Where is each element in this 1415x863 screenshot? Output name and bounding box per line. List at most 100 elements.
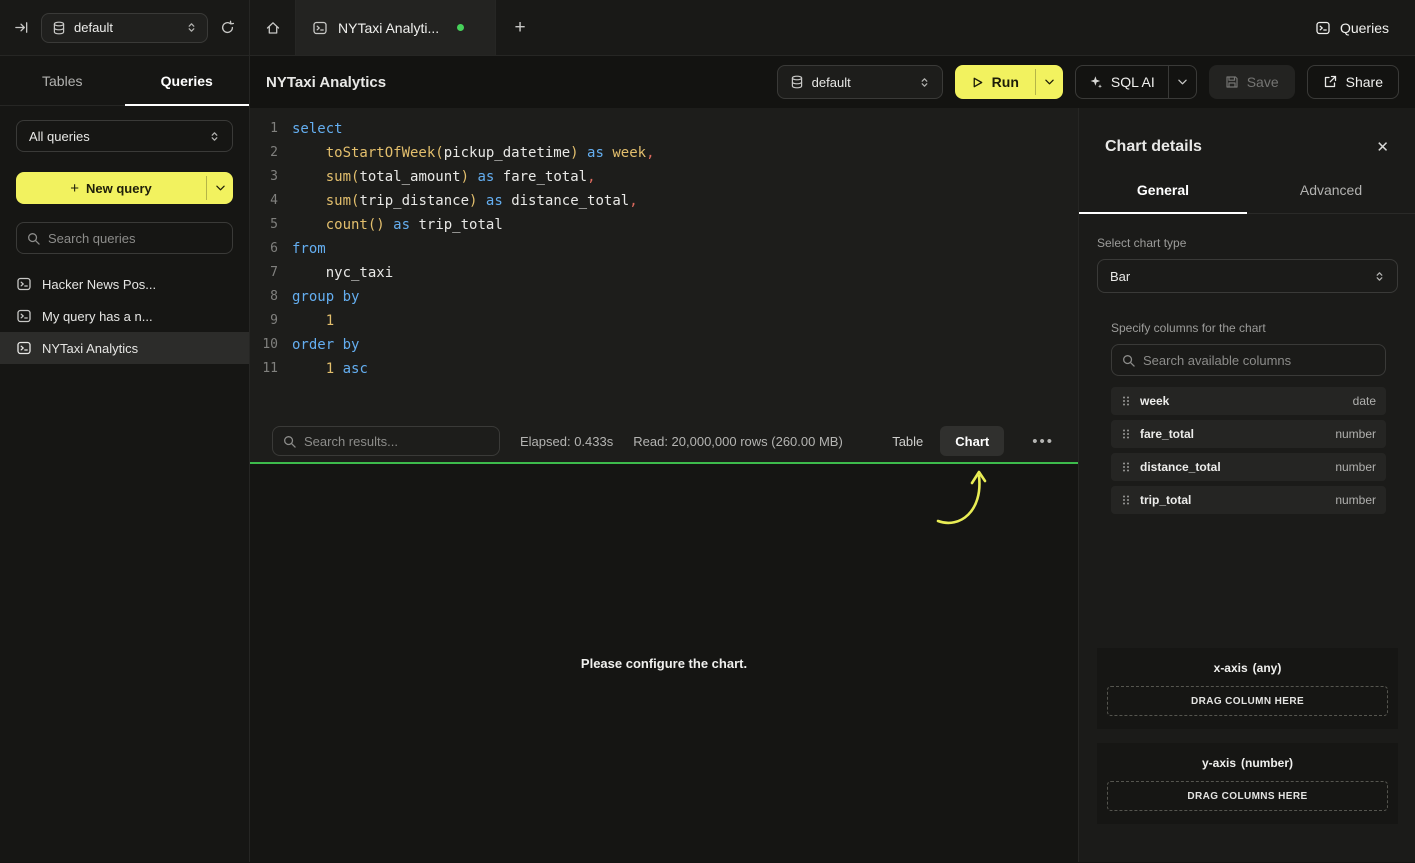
drag-handle-icon[interactable] — [1121, 461, 1131, 473]
sql-ai-main[interactable]: SQL AI — [1076, 66, 1168, 98]
share-button[interactable]: Share — [1307, 65, 1399, 99]
run-button[interactable]: Run — [955, 65, 1063, 99]
code-line[interactable]: order by — [292, 333, 655, 357]
line-number: 9 — [250, 309, 278, 333]
tab-home[interactable] — [250, 0, 296, 55]
query-list-item[interactable]: My query has a n... — [0, 300, 249, 332]
column-name: trip_total — [1140, 493, 1191, 507]
column-name: fare_total — [1140, 427, 1194, 441]
y-axis-hint: (number) — [1241, 756, 1293, 770]
topbar-database-select[interactable]: default — [41, 13, 208, 43]
code-line[interactable]: sum(trip_distance) as distance_total, — [292, 189, 655, 213]
run-main[interactable]: Run — [955, 65, 1035, 99]
sidebar-search-input[interactable] — [48, 231, 222, 246]
y-axis-name: y-axis — [1202, 756, 1236, 770]
results-search-input[interactable] — [304, 434, 489, 449]
new-tab-button[interactable]: + — [496, 0, 544, 55]
sidebar-search[interactable] — [16, 222, 233, 254]
sidebar-tab-tables[interactable]: Tables — [0, 56, 125, 105]
chart-type-select[interactable]: Bar — [1097, 259, 1398, 293]
column-type: number — [1335, 427, 1376, 441]
query-title: NYTaxi Analytics — [266, 74, 386, 91]
code-line[interactable]: nyc_taxi — [292, 261, 655, 285]
workspace: 1234567891011 select toStartOfWeek(picku… — [250, 108, 1078, 862]
search-icon — [27, 232, 40, 245]
tab-title: NYTaxi Analyti... — [338, 20, 439, 36]
topbar: default NYTaxi Analyti... + — [0, 0, 1415, 56]
line-number: 4 — [250, 189, 278, 213]
drag-handle-icon[interactable] — [1121, 494, 1131, 506]
queries-icon — [1315, 20, 1331, 36]
code-line[interactable]: count() as trip_total — [292, 213, 655, 237]
column-row[interactable]: fare_total number — [1111, 420, 1386, 448]
new-query-label: New query — [86, 181, 152, 196]
tab-general[interactable]: General — [1079, 182, 1247, 213]
columns-search-input[interactable] — [1143, 353, 1375, 368]
results-search[interactable] — [272, 426, 500, 456]
new-query-dropdown[interactable] — [207, 172, 233, 204]
chart-panel-tabs: General Advanced — [1079, 182, 1415, 214]
new-query-button[interactable]: + New query — [16, 172, 233, 204]
code-line[interactable]: select — [292, 117, 655, 141]
tab-advanced[interactable]: Advanced — [1247, 182, 1415, 213]
query-item-label: My query has a n... — [42, 309, 153, 324]
tab-nytaxi-analytics[interactable]: NYTaxi Analyti... — [296, 0, 496, 55]
queries-button-label: Queries — [1340, 20, 1389, 36]
query-list-item[interactable]: Hacker News Pos... — [0, 268, 249, 300]
header-database-select[interactable]: default — [777, 65, 943, 99]
columns-label: Specify columns for the chart — [1111, 321, 1386, 335]
run-options-dropdown[interactable] — [1036, 65, 1063, 99]
updown-chevron-icon — [186, 22, 197, 33]
column-row[interactable]: trip_total number — [1111, 486, 1386, 514]
code-lines[interactable]: select toStartOfWeek(pickup_datetime) as… — [292, 117, 655, 420]
column-row[interactable]: distance_total number — [1111, 453, 1386, 481]
y-axis-dropzone[interactable]: DRAG COLUMNS HERE — [1107, 781, 1388, 811]
chevron-down-icon — [216, 185, 225, 191]
view-tab-chart[interactable]: Chart — [940, 426, 1004, 456]
drag-handle-icon[interactable] — [1121, 395, 1131, 407]
y-axis-card: y-axis (number) DRAG COLUMNS HERE — [1097, 743, 1398, 824]
code-line[interactable]: from — [292, 237, 655, 261]
rows-read: Read: 20,000,000 rows (260.00 MB) — [633, 434, 843, 449]
updown-chevron-icon — [919, 77, 930, 88]
x-axis-name: x-axis — [1214, 661, 1248, 675]
database-icon — [790, 75, 804, 89]
code-line[interactable]: group by — [292, 285, 655, 309]
chart-type-label: Select chart type — [1097, 236, 1398, 250]
query-icon — [16, 308, 32, 324]
code-line[interactable]: toStartOfWeek(pickup_datetime) as week, — [292, 141, 655, 165]
query-list-item-selected[interactable]: NYTaxi Analytics — [0, 332, 249, 364]
sql-ai-dropdown[interactable] — [1169, 66, 1196, 98]
line-number: 10 — [250, 333, 278, 357]
chart-area: Please configure the chart. — [250, 464, 1078, 862]
columns-search[interactable] — [1111, 344, 1386, 376]
sidebar-tabs: Tables Queries — [0, 56, 249, 106]
new-query-main[interactable]: + New query — [16, 172, 206, 204]
code-line[interactable]: sum(total_amount) as fare_total, — [292, 165, 655, 189]
code-line[interactable]: 1 — [292, 309, 655, 333]
code-line[interactable]: 1 asc — [292, 357, 655, 381]
x-axis-dropzone[interactable]: DRAG COLUMN HERE — [1107, 686, 1388, 716]
query-icon — [16, 340, 32, 356]
column-type: number — [1335, 493, 1376, 507]
drag-handle-icon[interactable] — [1121, 428, 1131, 440]
query-filter-select[interactable]: All queries — [16, 120, 233, 152]
column-type: date — [1353, 394, 1376, 408]
refresh-icon[interactable] — [220, 20, 235, 35]
line-number: 6 — [250, 237, 278, 261]
sql-editor[interactable]: 1234567891011 select toStartOfWeek(picku… — [250, 108, 1078, 420]
column-name: week — [1140, 394, 1169, 408]
view-tab-table[interactable]: Table — [877, 426, 938, 456]
chevron-down-icon — [1045, 79, 1054, 85]
column-row[interactable]: week date — [1111, 387, 1386, 415]
elapsed-time: Elapsed: 0.433s — [520, 434, 613, 449]
collapse-sidebar-icon[interactable] — [14, 20, 29, 35]
more-options-icon[interactable]: ••• — [1024, 433, 1062, 450]
save-button[interactable]: Save — [1209, 65, 1295, 99]
updown-chevron-icon — [209, 131, 220, 142]
queries-button[interactable]: Queries — [1315, 20, 1389, 36]
x-axis-title: x-axis(any) — [1107, 661, 1388, 675]
sql-ai-button[interactable]: SQL AI — [1075, 65, 1197, 99]
close-icon[interactable]: ✕ — [1376, 138, 1389, 156]
sidebar-tab-queries[interactable]: Queries — [125, 56, 250, 105]
